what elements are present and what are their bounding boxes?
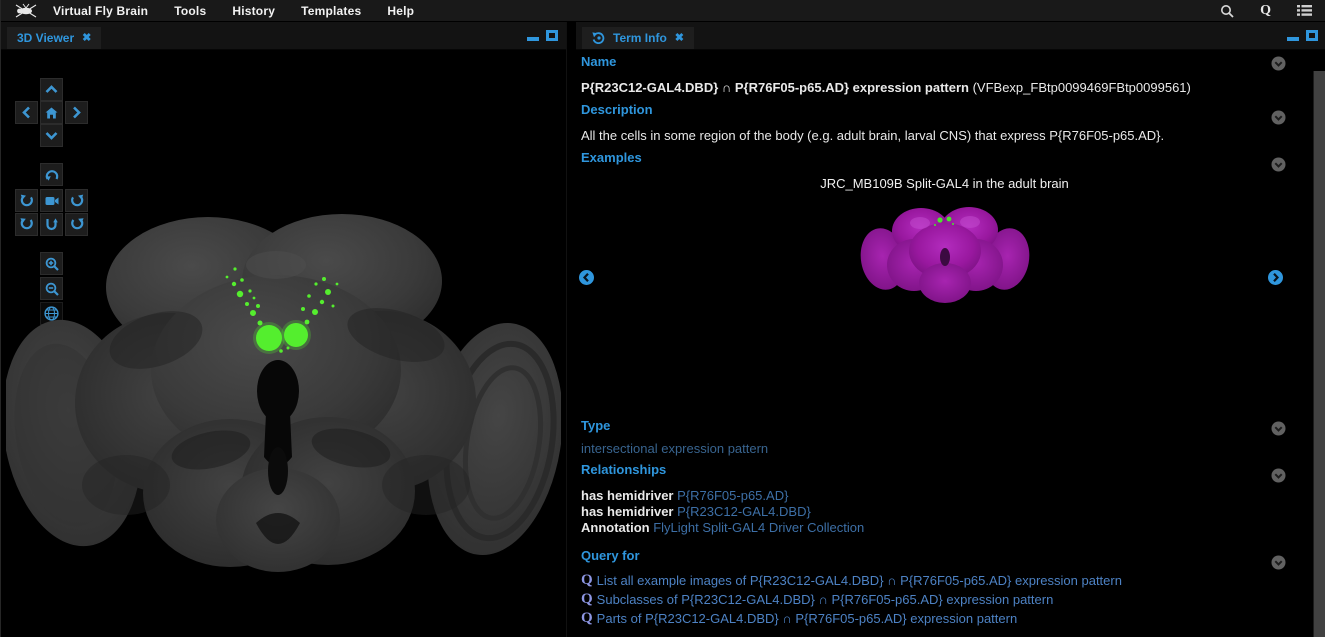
section-heading-examples: Examples <box>581 150 642 165</box>
close-icon[interactable]: ✖ <box>82 33 91 44</box>
fly-logo-icon[interactable] <box>13 2 39 20</box>
history-back-icon[interactable] <box>592 32 605 44</box>
3d-viewer-window-buttons <box>527 30 558 41</box>
3d-viewer-content <box>1 50 566 637</box>
section-heading-type: Type <box>581 418 610 433</box>
relationship-label: has hemidriver <box>581 488 674 503</box>
3d-viewer-panel: 3D Viewer ✖ <box>1 22 567 637</box>
query-q-icon: Q <box>581 591 593 608</box>
query-link-parts[interactable]: Parts of P{R23C12-GAL4.DBD} ∩ P{R76F05-p… <box>597 611 1018 626</box>
menu-tools[interactable]: Tools <box>174 4 206 18</box>
vfb-app: Virtual Fly Brain Tools History Template… <box>0 0 1325 637</box>
main-menu: Virtual Fly Brain Tools History Template… <box>53 4 414 18</box>
relationship-label: has hemidriver <box>581 504 674 519</box>
query-q-icon: Q <box>581 610 593 627</box>
collapse-examples-icon[interactable] <box>1271 157 1286 172</box>
section-heading-description: Description <box>581 102 653 117</box>
example-image-adult-brain[interactable] <box>860 193 1030 311</box>
pan-left-button[interactable] <box>15 101 38 124</box>
pan-up-button[interactable] <box>40 78 63 101</box>
section-heading-query-for: Query for <box>581 548 640 563</box>
search-icon[interactable] <box>1220 4 1234 18</box>
tab-3d-viewer[interactable]: 3D Viewer ✖ <box>7 27 101 49</box>
carousel-next-icon[interactable] <box>1268 270 1283 285</box>
query-row: Q Parts of P{R23C12-GAL4.DBD} ∩ P{R76F05… <box>581 610 1017 627</box>
relationship-label: Annotation <box>581 520 650 535</box>
section-heading-name: Name <box>581 54 616 69</box>
vertical-scrollbar[interactable] <box>1313 71 1325 637</box>
relationship-row: has hemidriver P{R76F05-p65.AD} <box>581 488 788 503</box>
collapse-query-for-icon[interactable] <box>1271 555 1286 570</box>
relationship-link[interactable]: P{R76F05-p65.AD} <box>677 488 788 503</box>
type-link[interactable]: intersectional expression pattern <box>581 441 768 456</box>
pan-down-button[interactable] <box>40 124 63 147</box>
carousel-prev-icon[interactable] <box>579 270 594 285</box>
menubar-right: Q <box>1220 3 1312 19</box>
term-info-tabbar: Term Info ✖ <box>576 22 1325 50</box>
menu-templates[interactable]: Templates <box>301 4 361 18</box>
maximize-icon[interactable] <box>1306 30 1318 41</box>
section-heading-relationships: Relationships <box>581 462 666 477</box>
query-row: Q List all example images of P{R23C12-GA… <box>581 572 1122 589</box>
query-link-subclasses[interactable]: Subclasses of P{R23C12-GAL4.DBD} ∩ P{R76… <box>597 592 1054 607</box>
home-button[interactable] <box>40 101 63 124</box>
adult-brain-3d-render[interactable] <box>6 165 561 585</box>
query-icon[interactable]: Q <box>1260 3 1271 19</box>
term-info-tab-title: Term Info <box>613 31 667 45</box>
query-row: Q Subclasses of P{R23C12-GAL4.DBD} ∩ P{R… <box>581 591 1053 608</box>
close-icon[interactable]: ✖ <box>675 33 684 44</box>
term-info-window-buttons <box>1287 30 1318 41</box>
relationship-row: has hemidriver P{R23C12-GAL4.DBD} <box>581 504 811 519</box>
relationship-row: Annotation FlyLight Split-GAL4 Driver Co… <box>581 520 864 535</box>
query-q-icon: Q <box>581 572 593 589</box>
minimize-icon[interactable] <box>527 37 539 41</box>
results-list-icon[interactable] <box>1297 4 1312 17</box>
menu-virtual-fly-brain[interactable]: Virtual Fly Brain <box>53 4 148 18</box>
term-description-text: All the cells in some region of the body… <box>581 128 1164 143</box>
term-info-content: Name P{R23C12-GAL4.DBD} ∩ P{R76F05-p65.A… <box>576 50 1313 637</box>
pan-right-button[interactable] <box>65 101 88 124</box>
3d-viewer-tabbar: 3D Viewer ✖ <box>1 22 566 50</box>
3d-viewer-tab-title: 3D Viewer <box>17 31 74 45</box>
collapse-name-icon[interactable] <box>1271 56 1286 71</box>
term-info-panel: Term Info ✖ Name P{R23C12-GAL4.DBD} ∩ P{… <box>576 22 1325 637</box>
maximize-icon[interactable] <box>546 30 558 41</box>
minimize-icon[interactable] <box>1287 37 1299 41</box>
menubar: Virtual Fly Brain Tools History Template… <box>1 0 1325 22</box>
term-name-bold: P{R23C12-GAL4.DBD} ∩ P{R76F05-p65.AD} ex… <box>581 80 969 95</box>
example-image-caption: JRC_MB109B Split-GAL4 in the adult brain <box>576 176 1313 191</box>
tab-term-info[interactable]: Term Info ✖ <box>582 27 694 49</box>
term-type-value: intersectional expression pattern <box>581 441 768 456</box>
menu-help[interactable]: Help <box>387 4 414 18</box>
menu-history[interactable]: History <box>232 4 275 18</box>
relationship-link[interactable]: FlyLight Split-GAL4 Driver Collection <box>653 520 864 535</box>
query-link-examples[interactable]: List all example images of P{R23C12-GAL4… <box>597 573 1122 588</box>
relationship-link[interactable]: P{R23C12-GAL4.DBD} <box>677 504 811 519</box>
collapse-type-icon[interactable] <box>1271 421 1286 436</box>
collapse-description-icon[interactable] <box>1271 110 1286 125</box>
term-name-value: P{R23C12-GAL4.DBD} ∩ P{R76F05-p65.AD} ex… <box>581 80 1191 95</box>
collapse-relationships-icon[interactable] <box>1271 468 1286 483</box>
term-name-id: (VFBexp_FBtp0099469FBtp0099561) <box>973 80 1191 95</box>
